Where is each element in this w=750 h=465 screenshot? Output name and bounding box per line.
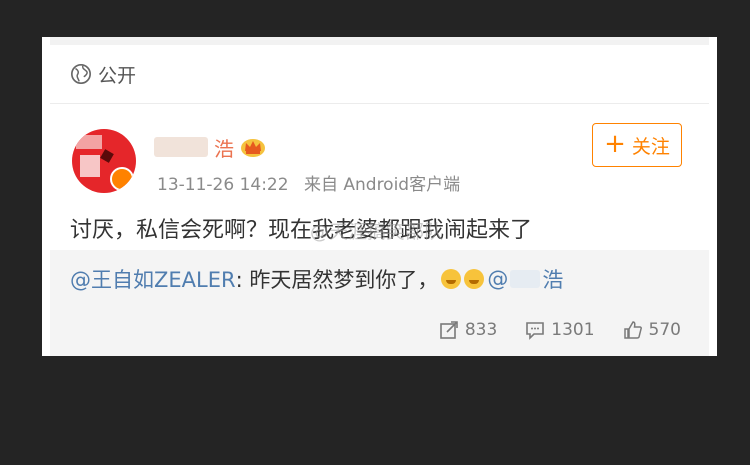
avatar-redaction xyxy=(80,155,100,177)
author-name-row[interactable]: 浩 xyxy=(154,133,266,161)
repost-count: 833 xyxy=(464,320,498,340)
avatar-mark xyxy=(100,149,114,163)
globe-icon xyxy=(71,64,91,84)
divider xyxy=(50,103,709,104)
post-source: 来自 Android客户端 xyxy=(303,175,461,195)
quoted-body: : 昨天居然梦到你了， xyxy=(235,268,439,292)
shy-emoji-icon xyxy=(464,269,485,289)
plus-icon: + xyxy=(604,129,626,159)
post-text: 讨厌，私信会死啊？现在我老婆都跟我闹起来了 xyxy=(70,218,533,243)
repost-icon xyxy=(440,321,458,339)
top-strip xyxy=(50,37,709,45)
mention-redaction xyxy=(510,270,541,288)
follow-label: 关注 xyxy=(631,135,670,158)
follow-button[interactable]: + 关注 xyxy=(592,123,682,167)
quoted-stats: 833 1301 570 xyxy=(439,320,681,340)
quoted-post[interactable]: @王自如ZEALER : 昨天居然梦到你了， @ 浩 833 1301 570 xyxy=(50,250,709,356)
quoted-text: @王自如ZEALER : 昨天居然梦到你了， @ 浩 xyxy=(70,264,563,294)
mention-suffix[interactable]: 浩 xyxy=(542,264,563,294)
watermark: @天涯搞笑部队 xyxy=(310,221,444,243)
grin-emoji-icon xyxy=(441,269,462,289)
comment-count: 1301 xyxy=(551,320,595,340)
crown-icon xyxy=(241,139,265,157)
thumbs-up-icon xyxy=(623,321,642,339)
visibility-indicator: 公开 xyxy=(70,61,136,87)
mention-prefix[interactable]: @ xyxy=(487,267,508,291)
mention-link[interactable]: @王自如ZEALER xyxy=(70,264,236,294)
visibility-label: 公开 xyxy=(98,64,137,87)
weibo-card: 公开 浩 13-11-26 14:22 来自 Android客户端 + 关注 讨… xyxy=(42,37,717,356)
repost-button[interactable]: 833 xyxy=(439,320,497,340)
verified-badge-icon xyxy=(110,167,134,191)
like-count: 570 xyxy=(648,320,681,340)
post-date[interactable]: 13-11-26 14:22 xyxy=(157,175,289,195)
comment-icon xyxy=(526,322,545,340)
avatar-redaction xyxy=(76,135,102,149)
comment-button[interactable]: 1301 xyxy=(525,320,595,340)
avatar[interactable] xyxy=(72,129,136,193)
post-meta: 13-11-26 14:22 来自 Android客户端 xyxy=(157,170,460,195)
like-button[interactable]: 570 xyxy=(623,320,681,340)
author-name-redaction xyxy=(154,137,208,157)
author-name[interactable]: 浩 xyxy=(214,133,234,162)
